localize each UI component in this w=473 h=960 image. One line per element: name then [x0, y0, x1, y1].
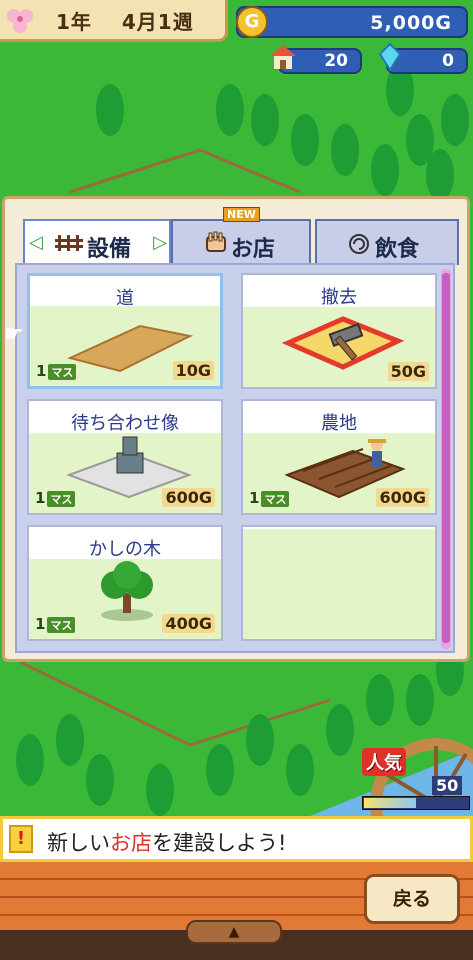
expand-menu-button[interactable]: ▲ — [186, 920, 282, 944]
build-item-oak-tree[interactable]: かしの木 1 マス 400G — [27, 525, 223, 641]
build-item-demolish[interactable]: 撤去 50G — [241, 273, 437, 389]
item-size: 1 マス — [35, 489, 76, 507]
item-cost: 600G — [162, 488, 215, 507]
popularity-value: 50 — [432, 776, 463, 795]
item-cost: 10G — [172, 361, 214, 380]
tab-prev-arrow-icon[interactable]: ◁ — [29, 232, 43, 253]
month-label: 4月 — [121, 10, 158, 34]
fence-icon — [55, 235, 83, 251]
item-cost: 400G — [162, 614, 215, 633]
hint-message-bar[interactable]: ! 新しいお店を建設しよう! — [0, 816, 473, 862]
tab-equipment[interactable]: ◁ 設備 ▷ — [23, 219, 171, 265]
tab-next-arrow-icon[interactable]: ▷ — [153, 232, 167, 253]
item-cost: 50G — [387, 362, 429, 381]
hand-pointer-icon: ☛ — [4, 322, 24, 347]
year-label: 1年 — [56, 10, 92, 34]
back-button[interactable]: 戻る — [364, 874, 460, 924]
gold-value: 5,000G — [370, 12, 452, 34]
build-items-grid: 道 1 マス 10G 撤去 50G 待ち合わせ像 1 マス 600G 農地 1 … — [15, 263, 455, 653]
house-icon — [270, 45, 296, 69]
item-size: 1 マス — [249, 489, 290, 507]
build-item-road[interactable]: 道 1 マス 10G — [27, 273, 223, 389]
scrollbar-thumb[interactable] — [442, 273, 450, 643]
week-label: 1週 — [157, 10, 194, 34]
popularity-label: 人気 — [362, 748, 406, 776]
crystal-counter: 0 — [378, 42, 468, 74]
population-counter: 20 — [270, 45, 362, 74]
new-badge: NEW — [223, 207, 260, 222]
tab-food-label: 飲食 — [375, 237, 420, 262]
gold-counter: G 5,000G — [236, 6, 468, 38]
crystal-value: 0 — [442, 51, 454, 71]
crystal-icon — [378, 42, 402, 72]
lollipop-icon — [349, 234, 369, 254]
item-list-scrollbar[interactable] — [441, 269, 451, 649]
build-item-empty-slot — [241, 525, 437, 641]
date-display: 1年 4月1週 — [0, 0, 228, 42]
hint-message-text: 新しいお店を建設しよう! — [47, 831, 287, 855]
population-value: 20 — [324, 51, 348, 71]
popularity-bar-fill — [364, 798, 416, 808]
popularity-bar — [362, 796, 470, 810]
tab-shop[interactable]: NEW お店 — [171, 207, 311, 265]
build-item-farmland[interactable]: 農地 1 マス 600G — [241, 399, 437, 515]
up-arrow-icon: ▲ — [228, 924, 240, 940]
build-menu-panel: ◁ 設備 ▷ NEW お店 飲食 道 1 マス 10G 撤去 50G 待ち合わせ… — [2, 196, 470, 662]
hand-shop-icon — [206, 231, 226, 252]
item-cost: 600G — [376, 488, 429, 507]
tab-food[interactable]: 飲食 — [315, 219, 459, 265]
tab-equipment-label: 設備 — [87, 237, 132, 262]
sakura-icon — [7, 9, 33, 33]
tab-shop-label: お店 — [231, 237, 276, 262]
gold-coin-icon: G — [236, 6, 268, 38]
build-item-meeting-statue[interactable]: 待ち合わせ像 1 マス 600G — [27, 399, 223, 515]
item-size: 1 マス — [36, 362, 77, 380]
item-size: 1 マス — [35, 615, 76, 633]
date-text: 1年 4月1週 — [56, 6, 194, 35]
exclamation-icon: ! — [9, 825, 33, 853]
